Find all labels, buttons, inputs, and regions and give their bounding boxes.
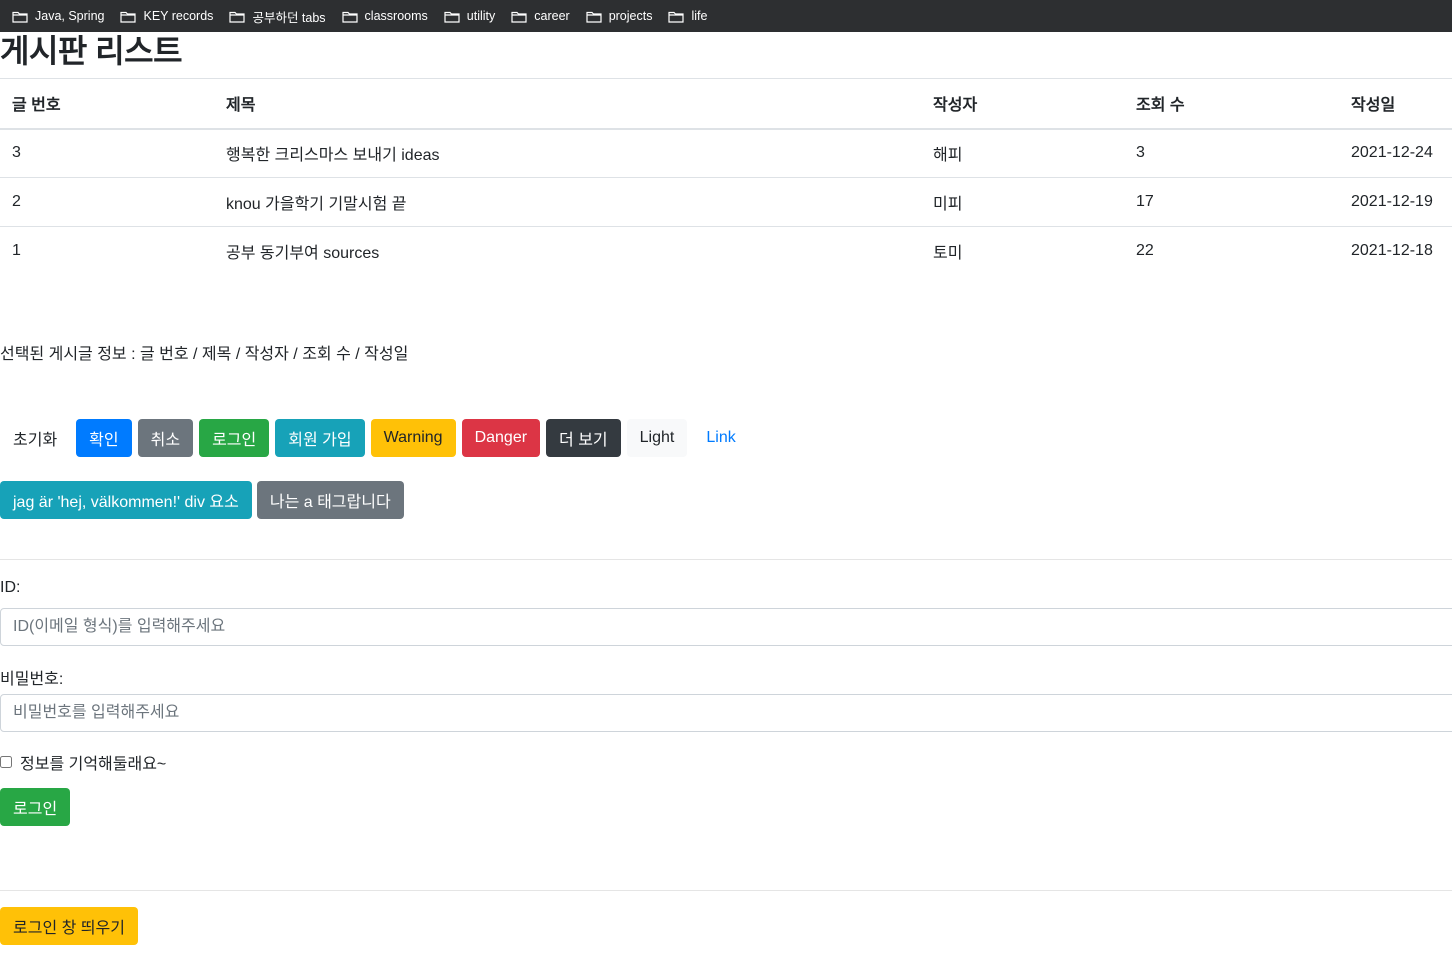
bookmark-classrooms[interactable]: classrooms <box>341 9 428 23</box>
header-author: 작성자 <box>933 97 978 115</box>
header-title: 제목 <box>226 97 256 115</box>
folder-icon <box>229 11 246 23</box>
bookmark-key-records[interactable]: KEY records <box>120 9 213 23</box>
a-tag-button[interactable]: 나는 a 태그랍니다 <box>256 481 404 519</box>
login-button-green[interactable]: 로그인 <box>199 419 270 457</box>
cell-author: 해피 <box>933 147 963 165</box>
cell-no: 1 <box>12 242 21 260</box>
div-button[interactable]: jag är 'hej, välkommen!' div 요소 <box>0 481 252 519</box>
folder-icon <box>586 11 602 23</box>
table-row[interactable]: 1 공부 동기부여 sources 토미 22 2021-12-18 <box>0 227 1452 276</box>
cell-title: 공부 동기부여 sources <box>226 245 380 263</box>
bookmark-java-spring[interactable]: Java, Spring <box>12 9 104 23</box>
divider <box>0 559 1452 560</box>
button-row-2: jag är 'hej, välkommen!' div 요소 나는 a 태그랍… <box>0 481 404 519</box>
more-button[interactable]: 더 보기 <box>546 419 621 457</box>
folder-icon <box>341 11 358 23</box>
bookmark-utility[interactable]: utility <box>444 9 495 23</box>
folder-icon <box>444 11 460 23</box>
remember-me: 정보를 기억해둘래요~ <box>0 750 166 774</box>
id-label: ID: <box>0 579 21 596</box>
cell-no: 3 <box>12 144 21 162</box>
table-row[interactable]: 3 행복한 크리스마스 보내기 ideas 해피 3 2021-12-24 <box>0 129 1452 178</box>
warning-button[interactable]: Warning <box>370 419 456 457</box>
confirm-button[interactable]: 확인 <box>76 419 132 457</box>
bookmark-label: projects <box>608 9 653 23</box>
page-title: 게시판 리스트 <box>0 33 183 69</box>
password-label: 비밀번호: <box>0 671 64 688</box>
cell-date: 2021-12-18 <box>1351 242 1433 260</box>
bookmark-label: life <box>691 9 708 23</box>
folder-icon <box>668 11 685 23</box>
bookmark-label: KEY records <box>143 9 214 23</box>
bookmark-career[interactable]: career <box>511 9 570 23</box>
bookmark-label: Java, Spring <box>35 9 105 23</box>
button-row: 초기화 확인 취소 로그인 회원 가입 Warning Danger 더 보기 … <box>0 419 749 457</box>
selected-post-info: 선택된 게시글 정보 : 글 번호 / 제목 / 작성자 / 조회 수 / 작성… <box>0 346 409 363</box>
bookmark-study-tabs[interactable]: 공부하던 tabs <box>229 7 326 26</box>
bookmark-life[interactable]: life <box>668 9 707 23</box>
divider <box>0 890 1452 891</box>
bookmark-label: 공부하던 tabs <box>252 10 326 25</box>
bookmark-projects[interactable]: projects <box>586 9 653 23</box>
header-no: 글 번호 <box>12 97 61 115</box>
cancel-button[interactable]: 취소 <box>137 419 194 457</box>
danger-button[interactable]: Danger <box>461 419 541 457</box>
bookmark-label: career <box>534 9 570 23</box>
login-submit-button[interactable]: 로그인 <box>0 788 71 826</box>
link-button[interactable]: Link <box>693 419 748 457</box>
folder-icon <box>12 11 28 23</box>
remember-label: 정보를 기억해둘래요~ <box>20 756 167 773</box>
folder-icon <box>120 11 137 23</box>
table-row[interactable]: 2 knou 가을학기 기말시험 끝 미피 17 2021-12-19 <box>0 178 1452 227</box>
cell-no: 2 <box>12 193 21 210</box>
header-views: 조회 수 <box>1136 97 1185 115</box>
cell-views: 17 <box>1136 193 1154 210</box>
bookmarks-bar: Java, Spring KEY records 공부하던 tabs class… <box>0 0 1452 32</box>
board-table: 글 번호 제목 작성자 조회 수 작성일 3 행복한 크리스마스 보내기 ide… <box>0 78 1452 276</box>
bookmark-label: utility <box>466 9 496 23</box>
cell-author: 토미 <box>933 245 963 263</box>
cell-title: 행복한 크리스마스 보내기 ideas <box>226 147 440 165</box>
password-input[interactable] <box>0 694 1452 732</box>
cell-views: 3 <box>1136 144 1145 162</box>
cell-date: 2021-12-24 <box>1351 144 1433 162</box>
light-button[interactable]: Light <box>626 419 688 457</box>
bookmark-label: classrooms <box>364 9 428 23</box>
header-date: 작성일 <box>1351 97 1396 115</box>
open-login-modal-button[interactable]: 로그인 창 띄우기 <box>0 907 138 945</box>
cell-author: 미피 <box>933 196 963 213</box>
folder-icon <box>511 11 527 23</box>
signup-button[interactable]: 회원 가입 <box>275 419 365 457</box>
id-input[interactable] <box>0 608 1452 646</box>
reset-button[interactable]: 초기화 <box>0 419 70 457</box>
cell-title: knou 가을학기 기말시험 끝 <box>226 196 407 213</box>
cell-views: 22 <box>1136 242 1154 260</box>
cell-date: 2021-12-19 <box>1351 193 1433 210</box>
table-header: 글 번호 제목 작성자 조회 수 작성일 <box>0 78 1452 129</box>
table-header-row: 글 번호 제목 작성자 조회 수 작성일 <box>0 78 1452 129</box>
table-body: 3 행복한 크리스마스 보내기 ideas 해피 3 2021-12-24 2 … <box>0 129 1452 276</box>
remember-checkbox[interactable] <box>0 756 12 768</box>
